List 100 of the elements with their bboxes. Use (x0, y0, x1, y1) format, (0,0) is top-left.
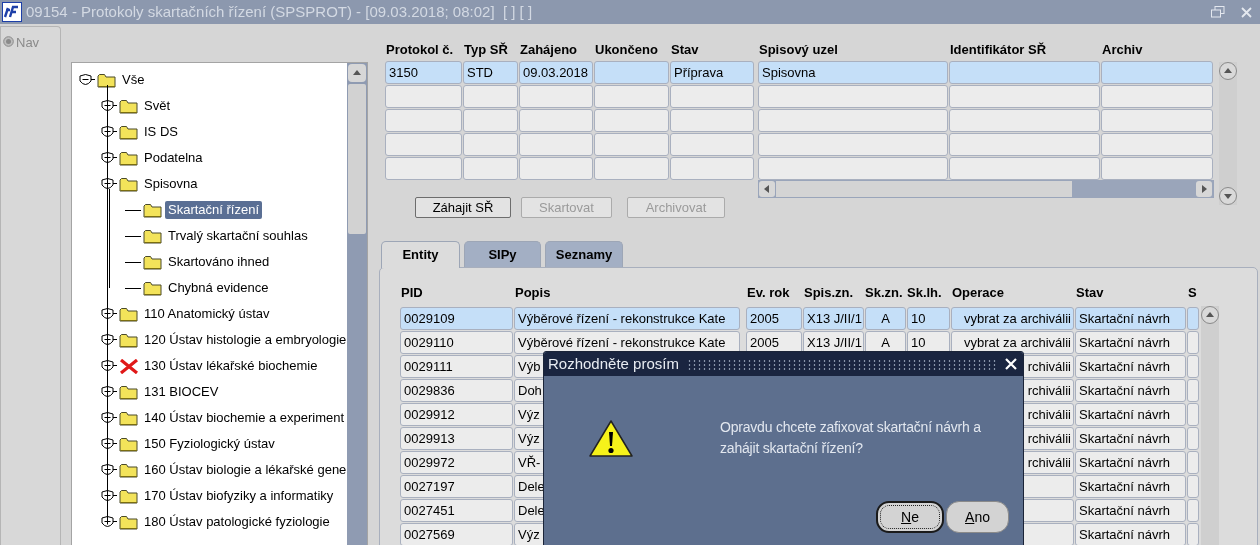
table-cell (463, 133, 518, 156)
folder-icon (119, 462, 139, 478)
table-cell: 0029109 (400, 307, 513, 330)
close-icon[interactable] (1005, 358, 1017, 370)
expand-icon[interactable] (101, 359, 117, 373)
table-cell: 0027197 (400, 475, 513, 498)
action-button[interactable]: Záhajit SŘ (415, 197, 511, 218)
column-header: Protokol č. (385, 41, 455, 59)
column-header: Spisový uzel (758, 41, 839, 59)
app-logo-icon (2, 2, 22, 22)
tree-item[interactable]: IS DS (141, 123, 181, 141)
expand-icon[interactable] (101, 489, 117, 503)
table-cell: Skartační návrh (1075, 355, 1186, 378)
expand-icon[interactable] (101, 515, 117, 529)
tree-item[interactable]: Podatelna (141, 149, 206, 167)
collapse-icon[interactable] (79, 73, 95, 87)
table-cell: 0029912 (400, 403, 513, 426)
folder-icon (97, 72, 117, 88)
table-cell (463, 85, 518, 108)
dialog-button[interactable]: Ne (876, 501, 944, 533)
tab[interactable]: SIPy (464, 241, 541, 267)
tree-item[interactable]: Vše (119, 71, 148, 89)
tree-item[interactable]: 131 BIOCEV (141, 383, 222, 401)
radio-icon (3, 36, 14, 47)
cross-icon (119, 358, 139, 374)
tree-item[interactable]: Chybná evidence (165, 279, 272, 297)
table-cell: 0029836 (400, 379, 513, 402)
tree-item[interactable]: Skartační řízení (165, 201, 263, 219)
expand-icon[interactable] (101, 125, 117, 139)
tab[interactable]: Seznamy (545, 241, 623, 267)
tree-item[interactable]: 150 Fyziologický ústav (141, 435, 278, 453)
expand-icon[interactable] (101, 463, 117, 477)
expand-icon[interactable] (101, 99, 117, 113)
table-cell: vybrat za archiválii (951, 307, 1074, 330)
table-cell: 0027569 (400, 523, 513, 545)
tree-item[interactable]: Svět (141, 97, 173, 115)
dialog-button[interactable]: Ano (946, 501, 1009, 533)
column-header: Zahájeno (519, 41, 579, 59)
table-cell (463, 157, 518, 180)
tree-item[interactable]: 110 Anatomický ústav (141, 305, 273, 323)
folder-icon (119, 98, 139, 114)
tree-item[interactable]: Spisovna (141, 175, 201, 193)
tree-item[interactable]: Trvalý skartační souhlas (165, 227, 311, 245)
tree-item[interactable]: 140 Ústav biochemie a experiment (141, 409, 347, 427)
table-cell: 2005 (746, 307, 802, 330)
folder-icon (119, 384, 139, 400)
table-cell: Skartační návrh (1075, 451, 1186, 474)
column-header: Spis.zn. (803, 284, 855, 302)
folder-icon (119, 410, 139, 426)
table-cell: 0029110 (400, 331, 513, 354)
warning-icon (588, 419, 634, 459)
tree-item[interactable]: 170 Ústav biofyziky a informatiky (141, 487, 337, 505)
column-header: Typ SŘ (463, 41, 509, 59)
table-cell: 0029111 (400, 355, 513, 378)
tree-item[interactable]: 120 Ústav histologie a embryologie (141, 331, 347, 349)
dialog-title: Rozhodněte prosím (548, 353, 679, 374)
table-cell: X13 J/II/1 (803, 307, 864, 330)
table-cell: STD (463, 61, 518, 84)
folder-icon (143, 228, 163, 244)
tree-item[interactable]: 130 Ústav lékařské biochemie (141, 357, 321, 375)
column-header: Popis (514, 284, 552, 302)
table-cell: Skartační návrh (1075, 331, 1186, 354)
table-cell: 3150 (385, 61, 462, 84)
column-header: Archiv (1101, 41, 1144, 59)
expand-icon[interactable] (101, 151, 117, 165)
column-header: S (1187, 284, 1198, 302)
tree-item[interactable]: 180 Ústav patologické fyziologie (141, 513, 333, 531)
tree-item[interactable]: 160 Ústav biologie a lékařské gene (141, 461, 347, 479)
expand-icon[interactable] (101, 307, 117, 321)
folder-icon (119, 306, 139, 322)
column-header: Ev. rok (746, 284, 791, 302)
table-cell: 10 (907, 307, 950, 330)
expand-icon[interactable] (101, 411, 117, 425)
table-cell: 0027451 (400, 499, 513, 522)
folder-icon (119, 436, 139, 452)
table-cell: vybrat za archiválii (951, 331, 1074, 354)
column-header: Identifikátor SŘ (949, 41, 1048, 59)
nav-label: Nav (16, 36, 40, 50)
column-header: Operace (951, 284, 1006, 302)
column-header: Sk.zn. (865, 284, 904, 302)
expand-icon[interactable] (101, 437, 117, 451)
table-cell: Skartační návrh (1075, 475, 1186, 498)
expand-icon[interactable] (101, 385, 117, 399)
folder-icon (119, 514, 139, 530)
close-icon (1241, 6, 1252, 18)
table-cell: Skartační návrh (1075, 379, 1186, 402)
collapse-icon[interactable] (101, 177, 117, 191)
table-cell: Skartační návrh (1075, 307, 1186, 330)
folder-icon (143, 280, 163, 296)
window-title: 09154 - Protokoly skartačních řízení (SPSPROT) - [09.03.2018; 08:02] [ ] [ ] (26, 1, 533, 22)
restore-icon (1211, 6, 1225, 18)
column-header: Ukončeno (594, 41, 659, 59)
tab[interactable]: Entity (381, 241, 460, 268)
expand-icon[interactable] (101, 333, 117, 347)
column-header: Stav (670, 41, 700, 59)
folder-icon (119, 124, 139, 140)
folder-icon (143, 254, 163, 270)
folder-icon (119, 332, 139, 348)
column-header: Sk.lh. (907, 284, 943, 302)
tree-item[interactable]: Skartováno ihned (165, 253, 273, 271)
